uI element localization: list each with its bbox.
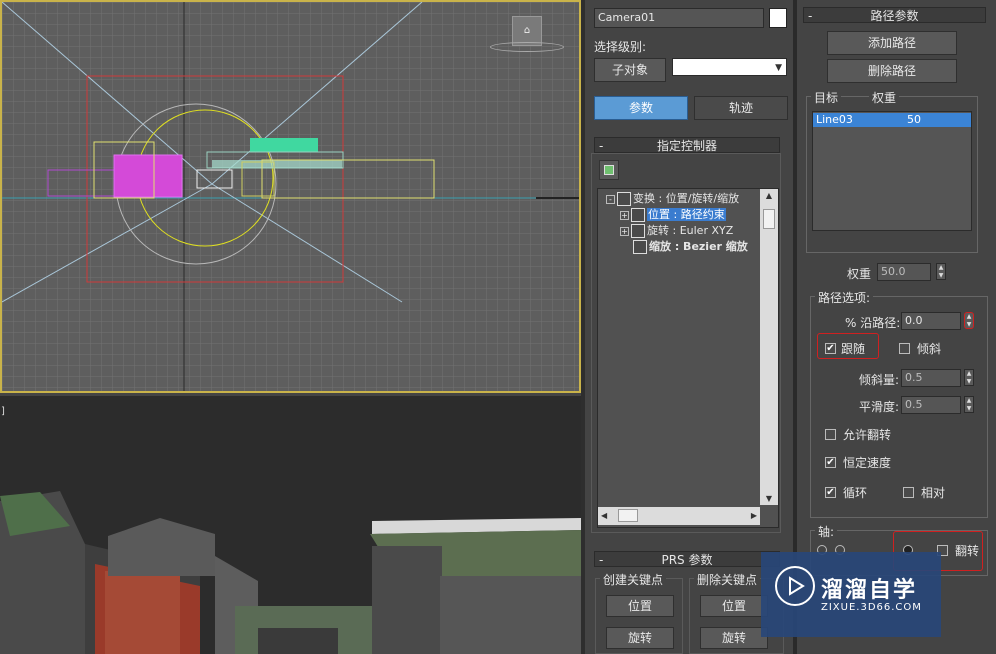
scroll-thumb[interactable]: [763, 209, 775, 229]
scroll-left-icon[interactable]: ◀: [601, 511, 607, 520]
tree-item-scale[interactable]: 缩放 : Bezier 缩放: [633, 239, 748, 255]
tree-vertical-scrollbar[interactable]: ▲ ▼: [760, 189, 778, 505]
delete-rotation-key-button[interactable]: 旋转: [700, 627, 768, 649]
constant-velocity-label: 恒定速度: [843, 456, 892, 470]
path-list-group: 目标 权重 Line03 50: [806, 89, 978, 253]
create-rotation-key-button[interactable]: 旋转: [606, 627, 674, 649]
collapse-icon: -: [599, 139, 604, 153]
play-icon: [789, 576, 805, 596]
bank-amount-arrows[interactable]: ▲ ▼: [964, 369, 974, 386]
tab-trajectory[interactable]: 轨迹: [694, 96, 788, 120]
loop-label: 循环: [843, 486, 868, 500]
assign-controller-button[interactable]: [599, 160, 619, 180]
path-params-rollout-header[interactable]: - 路径参数: [803, 7, 986, 23]
bank-label: 倾斜: [917, 342, 942, 356]
watermark-subtitle: ZIXUE.3D66.COM: [821, 602, 922, 613]
sub-object-dropdown[interactable]: ▼: [672, 58, 787, 76]
assign-controller-icon: [604, 165, 614, 175]
tab-parameters[interactable]: 参数: [594, 96, 688, 120]
scroll-thumb[interactable]: [618, 509, 638, 522]
expand-icon[interactable]: +: [620, 210, 629, 220]
delete-key-title: 删除关键点: [694, 571, 761, 588]
weight-label: 权重: [847, 267, 872, 281]
axis-title: 轴:: [815, 523, 838, 540]
expand-icon[interactable]: +: [620, 226, 629, 236]
weight-spinner-arrows[interactable]: ▲ ▼: [936, 263, 946, 280]
percent-along-path-label: % 沿路径:: [845, 316, 901, 330]
relative-label: 相对: [921, 486, 946, 500]
follow-checkbox[interactable]: ✔: [825, 343, 836, 354]
delete-path-button[interactable]: 删除路径: [827, 59, 957, 83]
top-viewport[interactable]: ⌂: [0, 0, 581, 393]
create-key-title: 创建关键点: [600, 571, 667, 588]
smoothness-spinner[interactable]: 0.5: [901, 396, 961, 414]
scroll-up-icon[interactable]: ▲: [760, 191, 778, 200]
collapse-icon: -: [808, 9, 813, 23]
create-position-key-button[interactable]: 位置: [606, 595, 674, 617]
object-name-field[interactable]: Camera01: [594, 8, 764, 28]
tree-item-position[interactable]: + 位置 : 路径约束: [620, 207, 726, 223]
bank-checkbox[interactable]: [899, 343, 910, 354]
prs-rollout-header[interactable]: - PRS 参数: [594, 551, 780, 567]
create-key-group: 创建关键点 位置 旋转: [595, 571, 683, 654]
follow-label: 跟随: [841, 342, 866, 356]
path-params-title: 路径参数: [870, 9, 919, 23]
camera-viewport[interactable]: [0, 396, 581, 654]
delete-position-key-button[interactable]: 位置: [700, 595, 768, 617]
allow-flip-label: 允许翻转: [843, 428, 892, 442]
bank-amount-spinner[interactable]: 0.5: [901, 369, 961, 387]
collapse-icon: -: [599, 553, 604, 567]
tree-item-transform[interactable]: - 变换 : 位置/旋转/缩放: [606, 191, 739, 207]
play-logo-icon: [775, 566, 815, 606]
allow-flip-checkbox[interactable]: [825, 429, 836, 440]
percent-along-path-spinner[interactable]: 0.0: [901, 312, 961, 330]
assign-controller-group: - 变换 : 位置/旋转/缩放 + 位置 : 路径约束 + 旋转 : Euler XY…: [591, 153, 781, 533]
watermark: 溜溜自学 ZIXUE.3D66.COM: [761, 552, 941, 637]
viewcube-ring-icon[interactable]: [490, 42, 564, 52]
rotation-controller-icon: [631, 224, 645, 238]
scroll-down-icon[interactable]: ▼: [760, 494, 778, 503]
chevron-down-icon: ▼: [775, 63, 782, 73]
weight-header: 权重: [869, 89, 900, 106]
smoothness-arrows[interactable]: ▲ ▼: [964, 396, 974, 413]
add-path-button[interactable]: 添加路径: [827, 31, 957, 55]
path-options-title: 路径选项:: [815, 289, 874, 306]
assign-controller-title: 指定控制器: [656, 139, 717, 153]
constant-velocity-checkbox[interactable]: ✔: [825, 457, 836, 468]
camera-viewport-scene: [0, 396, 581, 654]
transform-icon: [617, 192, 631, 206]
path-target: Line03: [816, 113, 853, 126]
selection-level-label: 选择级别:: [594, 40, 647, 54]
sub-object-button[interactable]: 子对象: [594, 58, 666, 82]
viewport-label: ]: [1, 406, 5, 417]
path-list[interactable]: Line03 50: [812, 111, 972, 231]
percent-along-path-arrows[interactable]: ▲ ▼: [964, 312, 974, 329]
weight-spinner[interactable]: 50.0: [877, 263, 931, 281]
path-weight: 50: [907, 113, 921, 126]
flip-label: 翻转: [955, 544, 980, 558]
controller-tree[interactable]: - 变换 : 位置/旋转/缩放 + 位置 : 路径约束 + 旋转 : Euler XY…: [597, 188, 779, 528]
relative-checkbox[interactable]: [903, 487, 914, 498]
prs-title: PRS 参数: [661, 553, 713, 567]
path-options-group: 路径选项: % 沿路径: 0.0 ▲ ▼ ✔ 跟随 倾斜 倾斜量: 0.5 ▲ ▼ …: [810, 289, 988, 518]
collapse-icon[interactable]: -: [606, 194, 615, 204]
bank-amount-label: 倾斜量:: [859, 373, 900, 387]
assign-controller-rollout-header[interactable]: - 指定控制器: [594, 137, 780, 153]
scale-controller-icon: [633, 240, 647, 254]
object-color-swatch[interactable]: [769, 8, 787, 28]
smoothness-label: 平滑度:: [859, 400, 900, 414]
target-header: 目标: [811, 89, 842, 106]
tree-horizontal-scrollbar[interactable]: ◀ ▶: [598, 507, 760, 525]
loop-checkbox[interactable]: ✔: [825, 487, 836, 498]
top-viewport-scene: [2, 2, 579, 391]
watermark-title: 溜溜自学: [821, 578, 918, 603]
scroll-right-icon[interactable]: ▶: [751, 511, 757, 520]
list-item[interactable]: Line03 50: [813, 113, 971, 127]
tree-item-rotation[interactable]: + 旋转 : Euler XYZ: [620, 223, 733, 239]
position-controller-icon: [631, 208, 645, 222]
